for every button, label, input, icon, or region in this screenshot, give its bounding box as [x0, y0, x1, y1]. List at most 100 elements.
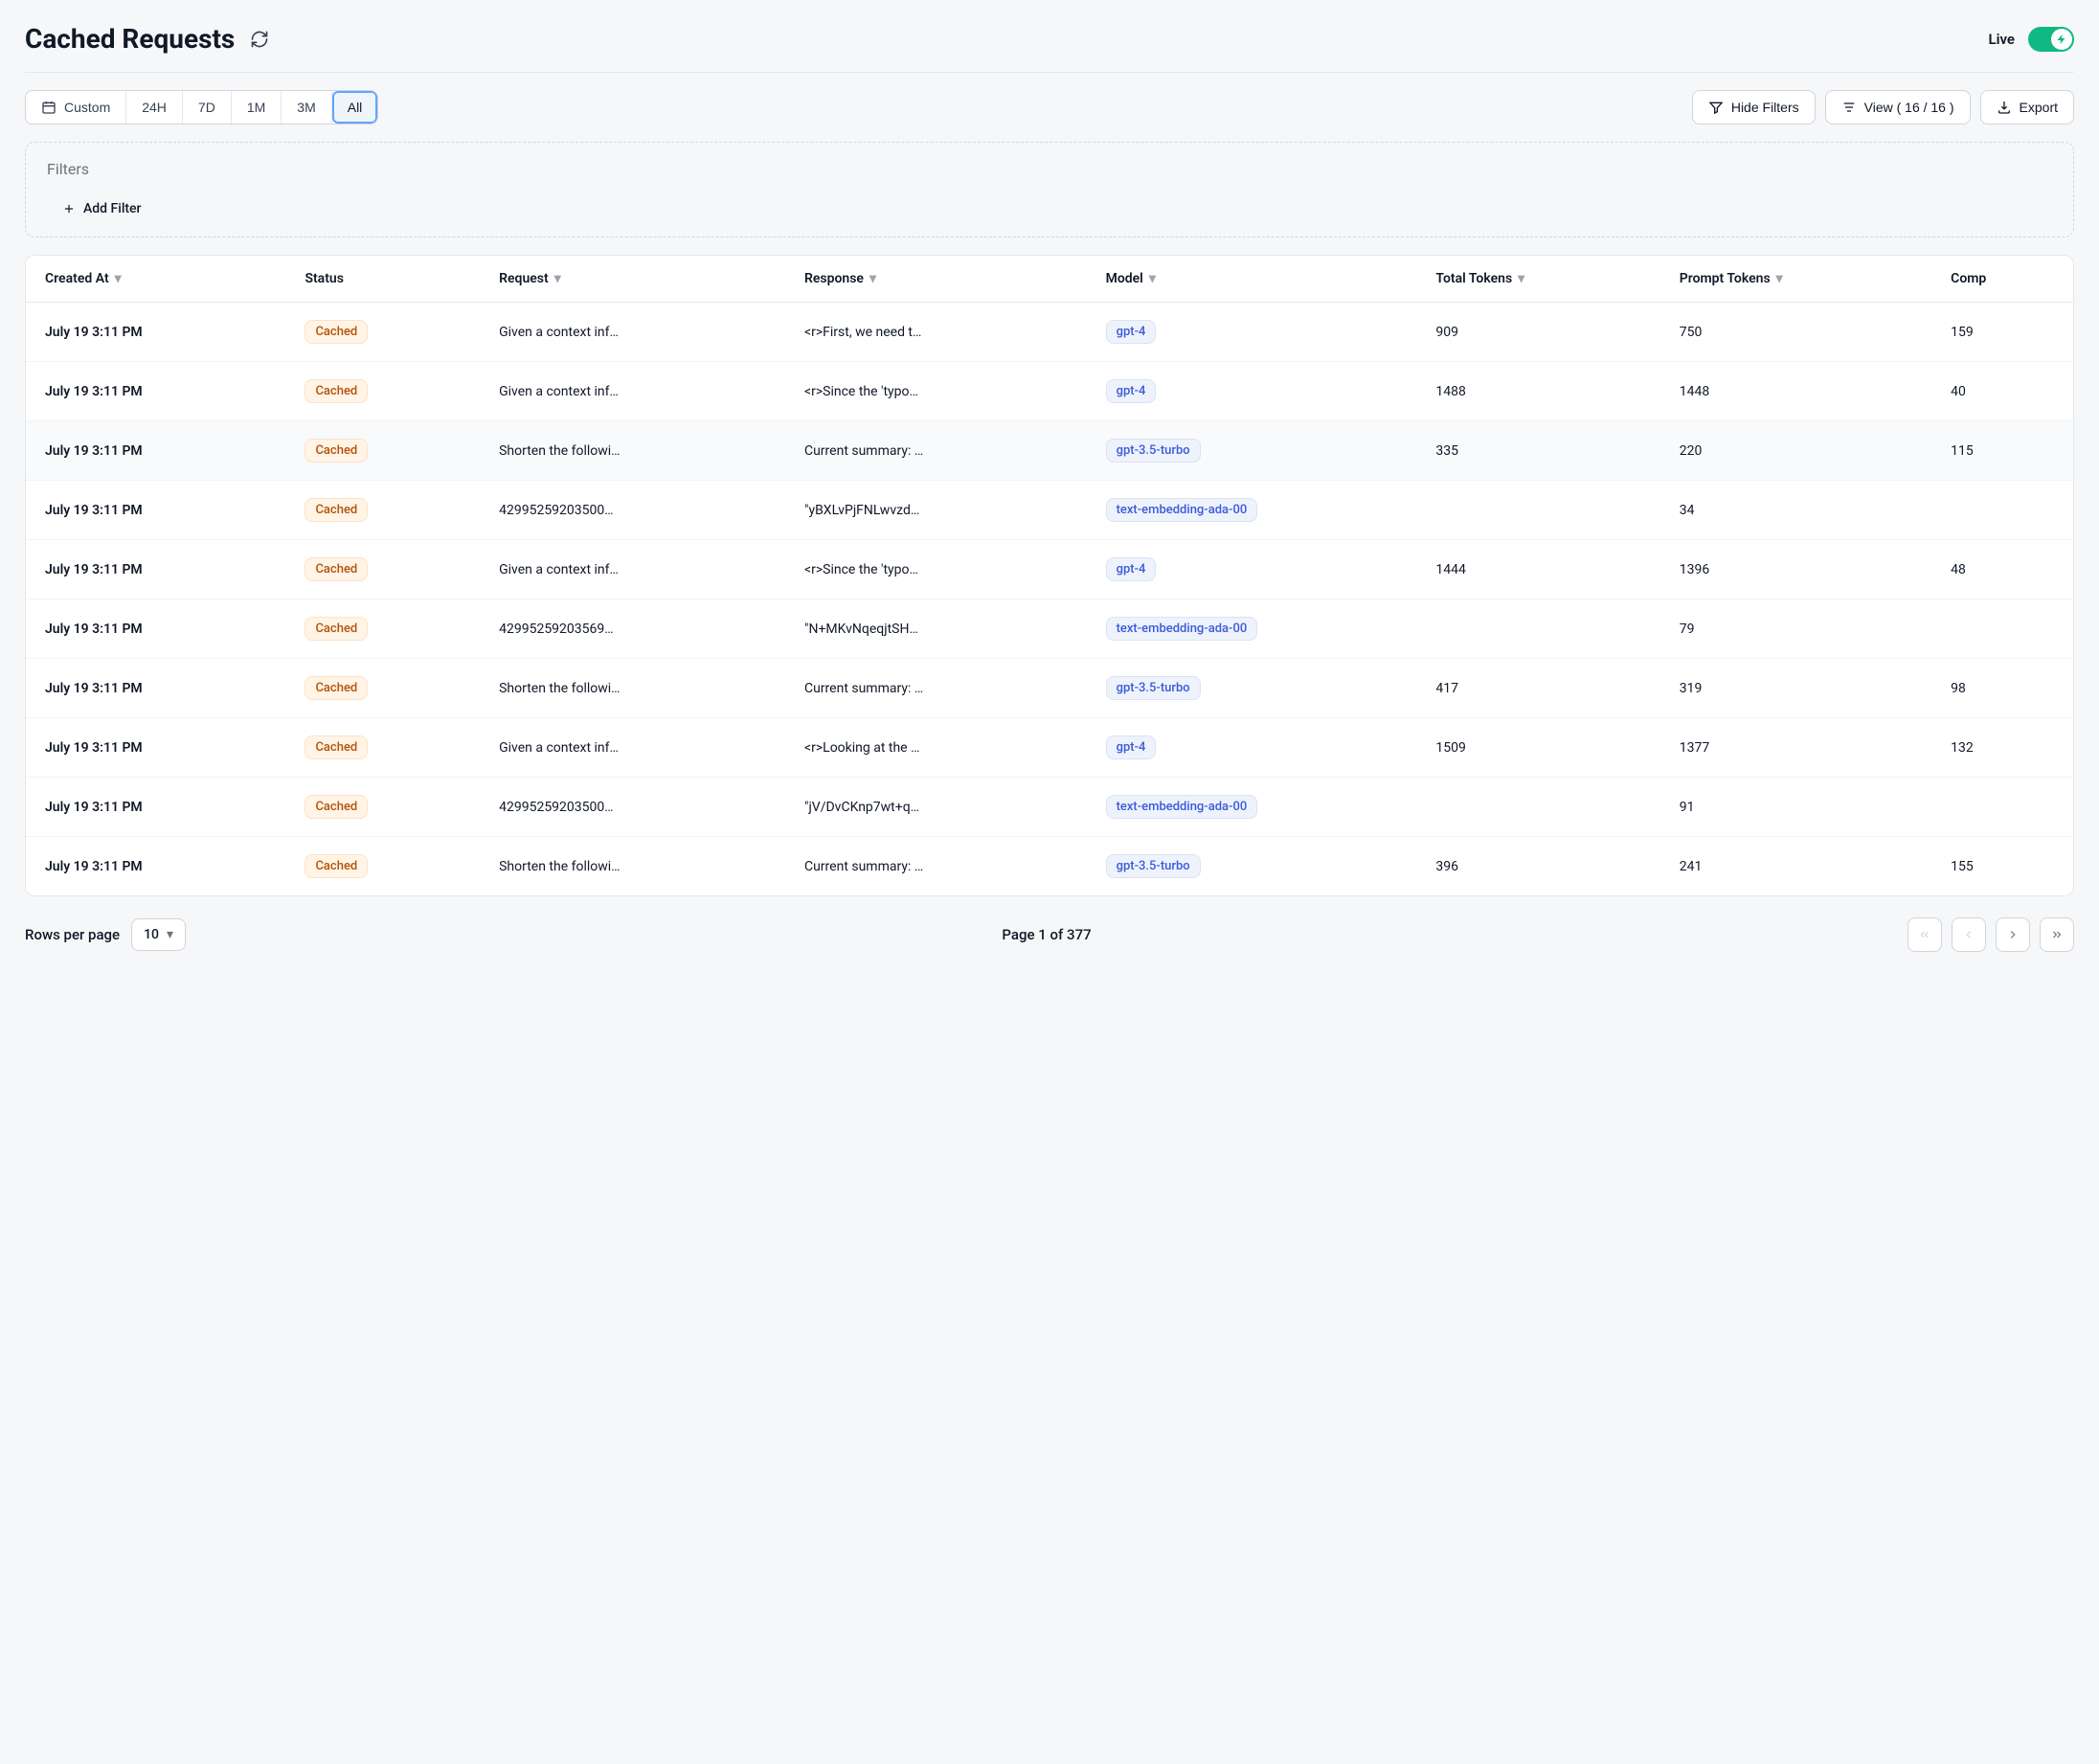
table-row[interactable]: July 19 3:11 PMCachedShorten the followi… [26, 837, 2073, 896]
table-row[interactable]: July 19 3:11 PMCached42995259203569…"N+M… [26, 599, 2073, 659]
cell-prompt-tokens: 91 [1660, 778, 1931, 837]
col-status[interactable]: Status [285, 256, 480, 303]
time-range-24h[interactable]: 24H [126, 91, 183, 124]
col-created-at[interactable]: Created At▾ [26, 256, 285, 303]
cell-created-at: July 19 3:11 PM [26, 303, 285, 362]
time-range-all[interactable]: All [332, 91, 378, 124]
pager-first[interactable] [1907, 917, 1942, 952]
status-badge: Cached [305, 735, 368, 759]
cell-request: 42995259203500… [480, 481, 785, 540]
cell-total-tokens [1416, 481, 1659, 540]
cell-response: <r>Since the 'typo… [785, 362, 1087, 421]
cell-completion-tokens: 40 [1931, 362, 2073, 421]
col-request[interactable]: Request▾ [480, 256, 785, 303]
status-badge: Cached [305, 854, 368, 878]
table-row[interactable]: July 19 3:11 PMCachedGiven a context inf… [26, 303, 2073, 362]
pager-next[interactable] [1996, 917, 2030, 952]
pager-prev[interactable] [1952, 917, 1986, 952]
cell-model: gpt-4 [1087, 718, 1417, 778]
cell-model: gpt-4 [1087, 362, 1417, 421]
table-row[interactable]: July 19 3:11 PMCached42995259203500…"jV/… [26, 778, 2073, 837]
hide-filters-button[interactable]: Hide Filters [1692, 90, 1816, 124]
cell-model: text-embedding-ada-00 [1087, 599, 1417, 659]
table-row[interactable]: July 19 3:11 PMCachedGiven a context inf… [26, 540, 2073, 599]
cell-completion-tokens: 98 [1931, 659, 2073, 718]
refresh-icon[interactable] [250, 30, 269, 49]
cell-request: Given a context inf… [480, 303, 785, 362]
cell-status: Cached [285, 362, 480, 421]
time-range-group: Custom 24H 7D 1M 3M All [25, 90, 378, 124]
model-badge: gpt-3.5-turbo [1106, 676, 1201, 700]
cell-total-tokens: 909 [1416, 303, 1659, 362]
cell-completion-tokens: 155 [1931, 837, 2073, 896]
rows-per-page-value: 10 [144, 927, 159, 942]
status-badge: Cached [305, 439, 368, 463]
table-row[interactable]: July 19 3:11 PM Cached 42995259203500…"yBX… [26, 481, 2073, 540]
requests-table: Created At▾ Status Request▾ Response▾ Mo… [25, 255, 2074, 896]
rows-per-page-label: Rows per page [25, 926, 120, 943]
col-response[interactable]: Response▾ [785, 256, 1087, 303]
cell-created-at: July 19 3:11 PM [26, 778, 285, 837]
page-title: Cached Requests [25, 23, 235, 55]
time-range-custom[interactable]: Custom [26, 91, 126, 124]
status-badge: Cached [305, 379, 368, 403]
col-prompt-tokens[interactable]: Prompt Tokens▾ [1660, 256, 1931, 303]
hide-filters-label: Hide Filters [1731, 100, 1799, 115]
pager [1907, 917, 2074, 952]
status-badge: Cached [305, 676, 368, 700]
chevron-down-icon: ▾ [1518, 271, 1524, 286]
col-total-tokens[interactable]: Total Tokens▾ [1416, 256, 1659, 303]
cell-created-at: July 19 3:11 PM [26, 481, 285, 540]
live-toggle[interactable] [2028, 27, 2074, 52]
page-header: Cached Requests Live [25, 0, 2074, 73]
add-filter-label: Add Filter [83, 201, 142, 216]
cell-status: Cached [285, 778, 480, 837]
model-badge: gpt-4 [1106, 735, 1157, 759]
cell-prompt-tokens: 241 [1660, 837, 1931, 896]
cell-request: 42995259203500… [480, 778, 785, 837]
time-range-3m[interactable]: 3M [282, 91, 331, 124]
cell-response: Current summary: … [785, 837, 1087, 896]
cell-model: gpt-4 [1087, 540, 1417, 599]
table-row[interactable]: July 19 3:11 PMCachedGiven a context inf… [26, 362, 2073, 421]
time-range-7d[interactable]: 7D [183, 91, 232, 124]
cell-total-tokens: 417 [1416, 659, 1659, 718]
cell-created-at: July 19 3:11 PM [26, 718, 285, 778]
status-badge: Cached [305, 498, 368, 522]
cell-total-tokens: 335 [1416, 421, 1659, 481]
col-completion-tokens[interactable]: Comp [1931, 256, 2073, 303]
cell-status: Cached [285, 303, 480, 362]
model-badge: gpt-4 [1106, 557, 1157, 581]
cell-status: Cached [285, 421, 480, 481]
cell-model: gpt-3.5-turbo [1087, 421, 1417, 481]
table-row[interactable]: July 19 3:11 PMCachedShorten the followi… [26, 421, 2073, 481]
cell-total-tokens [1416, 599, 1659, 659]
cell-request: Shorten the followi… [480, 421, 785, 481]
model-badge: gpt-4 [1106, 320, 1157, 344]
cell-completion-tokens [1931, 599, 2073, 659]
filters-panel: Filters Add Filter [25, 142, 2074, 237]
cell-status: Cached [285, 837, 480, 896]
cell-completion-tokens: 132 [1931, 718, 2073, 778]
model-badge: gpt-4 [1106, 379, 1157, 403]
export-button[interactable]: Export [1980, 90, 2074, 124]
time-range-1m[interactable]: 1M [232, 91, 282, 124]
cell-response: "yBXLvPjFNLwvzd… [785, 481, 1087, 540]
pager-last[interactable] [2040, 917, 2074, 952]
view-columns-button[interactable]: View ( 16 / 16 ) [1825, 90, 1971, 124]
add-filter-button[interactable]: Add Filter [47, 201, 142, 216]
table-row[interactable]: July 19 3:11 PMCachedShorten the followi… [26, 659, 2073, 718]
rows-per-page-select[interactable]: 10 ▾ [131, 918, 186, 951]
col-model[interactable]: Model▾ [1087, 256, 1417, 303]
cell-response: <r>First, we need t… [785, 303, 1087, 362]
table-row[interactable]: July 19 3:11 PMCachedGiven a context inf… [26, 718, 2073, 778]
cell-response: Current summary: … [785, 659, 1087, 718]
cell-total-tokens: 1444 [1416, 540, 1659, 599]
cell-response: <r>Looking at the … [785, 718, 1087, 778]
model-badge: text-embedding-ada-00 [1106, 795, 1258, 819]
status-badge: Cached [305, 795, 368, 819]
cell-total-tokens: 1488 [1416, 362, 1659, 421]
live-label: Live [1989, 31, 2016, 48]
cell-prompt-tokens: 319 [1660, 659, 1931, 718]
cell-prompt-tokens: 1396 [1660, 540, 1931, 599]
